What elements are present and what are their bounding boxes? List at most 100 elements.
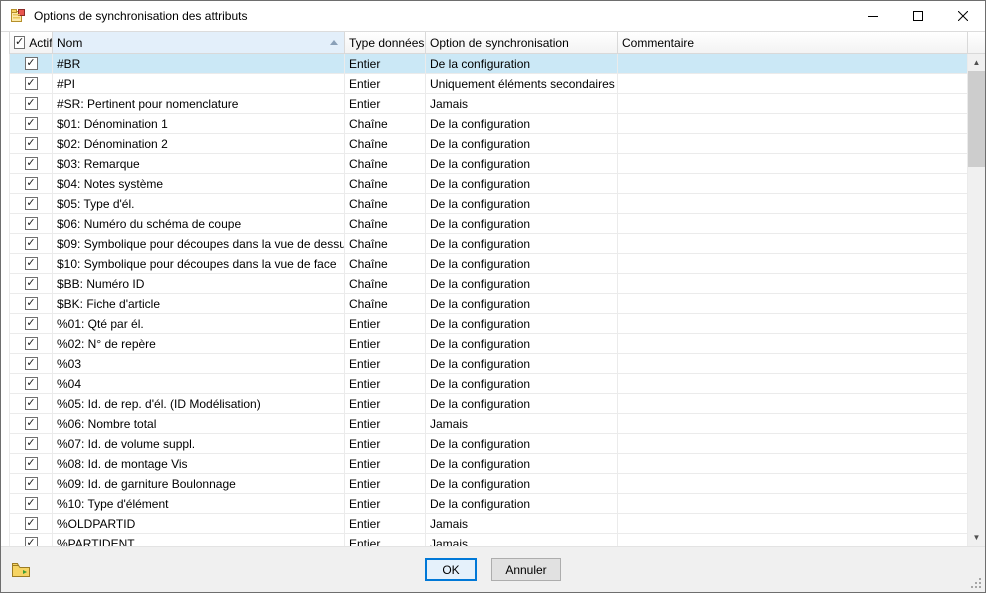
table-row[interactable]: $BK: Fiche d'articleChaîneDe la configur…: [9, 294, 968, 314]
table-row[interactable]: %09: Id. de garniture BoulonnageEntierDe…: [9, 474, 968, 494]
table-row[interactable]: %02: N° de repèreEntierDe la configurati…: [9, 334, 968, 354]
titlebar: Options de synchronisation des attributs: [1, 1, 985, 31]
column-header-option[interactable]: Option de synchronisation: [426, 32, 618, 54]
row-checkbox[interactable]: [25, 257, 38, 270]
table-row[interactable]: %OLDPARTIDEntierJamais: [9, 514, 968, 534]
cell-commentaire: [618, 414, 968, 434]
cell-option: Jamais: [426, 414, 618, 434]
app-icon: [10, 8, 26, 24]
table-row[interactable]: $10: Symbolique pour découpes dans la vu…: [9, 254, 968, 274]
row-checkbox[interactable]: [25, 137, 38, 150]
cell-nom: $04: Notes système: [53, 174, 345, 194]
row-checkbox[interactable]: [25, 157, 38, 170]
row-checkbox[interactable]: [25, 297, 38, 310]
row-checkbox[interactable]: [25, 317, 38, 330]
row-checkbox[interactable]: [25, 397, 38, 410]
cell-commentaire: [618, 54, 968, 74]
table-row[interactable]: %PARTIDENTEntierJamais: [9, 534, 968, 546]
row-checkbox[interactable]: [25, 497, 38, 510]
table-row[interactable]: %01: Qté par él.EntierDe la configuratio…: [9, 314, 968, 334]
cell-type: Entier: [345, 74, 426, 94]
table-row[interactable]: $01: Dénomination 1ChaîneDe la configura…: [9, 114, 968, 134]
row-checkbox[interactable]: [25, 537, 38, 546]
close-icon: [958, 11, 968, 21]
table-row[interactable]: #PIEntierUniquement éléments secondaires: [9, 74, 968, 94]
resize-grip[interactable]: [970, 577, 983, 590]
cell-option: De la configuration: [426, 474, 618, 494]
cell-option: Jamais: [426, 94, 618, 114]
row-checkbox[interactable]: [25, 437, 38, 450]
cell-actif: [9, 534, 53, 546]
cell-type: Entier: [345, 434, 426, 454]
cell-nom: %01: Qté par él.: [53, 314, 345, 334]
table-row[interactable]: $06: Numéro du schéma de coupeChaîneDe l…: [9, 214, 968, 234]
row-checkbox[interactable]: [25, 337, 38, 350]
vertical-scrollbar[interactable]: ▲ ▼: [968, 54, 985, 546]
cell-nom: %10: Type d'élément: [53, 494, 345, 514]
cell-commentaire: [618, 74, 968, 94]
table-row[interactable]: $02: Dénomination 2ChaîneDe la configura…: [9, 134, 968, 154]
scroll-up-icon[interactable]: ▲: [968, 54, 985, 71]
column-header-type[interactable]: Type données: [345, 32, 426, 54]
row-checkbox[interactable]: [25, 477, 38, 490]
table-row[interactable]: %10: Type d'élémentEntierDe la configura…: [9, 494, 968, 514]
table-row[interactable]: $BB: Numéro IDChaîneDe la configuration: [9, 274, 968, 294]
close-button[interactable]: [940, 1, 985, 31]
table-row[interactable]: %07: Id. de volume suppl.EntierDe la con…: [9, 434, 968, 454]
cell-commentaire: [618, 534, 968, 546]
cell-actif: [9, 194, 53, 214]
column-label-option: Option de synchronisation: [430, 36, 569, 50]
cell-type: Chaîne: [345, 114, 426, 134]
table-row[interactable]: #BREntierDe la configuration: [9, 54, 968, 74]
dialog-window: Options de synchronisation des attributs…: [0, 0, 986, 593]
table-row[interactable]: %08: Id. de montage VisEntierDe la confi…: [9, 454, 968, 474]
table-row[interactable]: %05: Id. de rep. d'él. (ID Modélisation)…: [9, 394, 968, 414]
row-checkbox[interactable]: [25, 237, 38, 250]
minimize-icon: [868, 11, 878, 21]
table-row[interactable]: $09: Symbolique pour découpes dans la vu…: [9, 234, 968, 254]
cell-actif: [9, 74, 53, 94]
table-row[interactable]: $04: Notes systèmeChaîneDe la configurat…: [9, 174, 968, 194]
cell-nom: $10: Symbolique pour découpes dans la vu…: [53, 254, 345, 274]
table-row[interactable]: %06: Nombre totalEntierJamais: [9, 414, 968, 434]
folder-icon[interactable]: [11, 560, 31, 580]
row-checkbox[interactable]: [25, 517, 38, 530]
row-checkbox[interactable]: [25, 57, 38, 70]
cancel-button[interactable]: Annuler: [491, 558, 561, 581]
table-body: #BREntierDe la configuration#PIEntierUni…: [9, 54, 968, 546]
cell-option: De la configuration: [426, 334, 618, 354]
row-checkbox[interactable]: [25, 377, 38, 390]
row-checkbox[interactable]: [25, 77, 38, 90]
table-row[interactable]: $03: RemarqueChaîneDe la configuration: [9, 154, 968, 174]
cell-option: De la configuration: [426, 354, 618, 374]
column-header-commentaire[interactable]: Commentaire: [618, 32, 968, 54]
row-checkbox[interactable]: [25, 417, 38, 430]
row-checkbox[interactable]: [25, 277, 38, 290]
row-checkbox[interactable]: [25, 177, 38, 190]
table-row[interactable]: %04EntierDe la configuration: [9, 374, 968, 394]
cell-option: De la configuration: [426, 394, 618, 414]
cell-option: Jamais: [426, 514, 618, 534]
cell-option: De la configuration: [426, 294, 618, 314]
row-checkbox[interactable]: [25, 357, 38, 370]
row-checkbox[interactable]: [25, 457, 38, 470]
column-label-nom: Nom: [57, 36, 82, 50]
maximize-button[interactable]: [895, 1, 940, 31]
scrollbar-track[interactable]: [968, 71, 985, 529]
ok-button[interactable]: OK: [425, 558, 477, 581]
column-header-actif[interactable]: Actif: [9, 32, 53, 54]
cell-actif: [9, 234, 53, 254]
table-row[interactable]: %03EntierDe la configuration: [9, 354, 968, 374]
cell-nom: %05: Id. de rep. d'él. (ID Modélisation): [53, 394, 345, 414]
minimize-button[interactable]: [850, 1, 895, 31]
table-row[interactable]: $05: Type d'él.ChaîneDe la configuration: [9, 194, 968, 214]
row-checkbox[interactable]: [25, 197, 38, 210]
column-header-nom[interactable]: Nom: [53, 32, 345, 54]
row-checkbox[interactable]: [25, 117, 38, 130]
scrollbar-thumb[interactable]: [968, 71, 985, 167]
row-checkbox[interactable]: [25, 217, 38, 230]
header-checkbox[interactable]: [14, 36, 25, 49]
scroll-down-icon[interactable]: ▼: [968, 529, 985, 546]
row-checkbox[interactable]: [25, 97, 38, 110]
table-row[interactable]: #SR: Pertinent pour nomenclatureEntierJa…: [9, 94, 968, 114]
